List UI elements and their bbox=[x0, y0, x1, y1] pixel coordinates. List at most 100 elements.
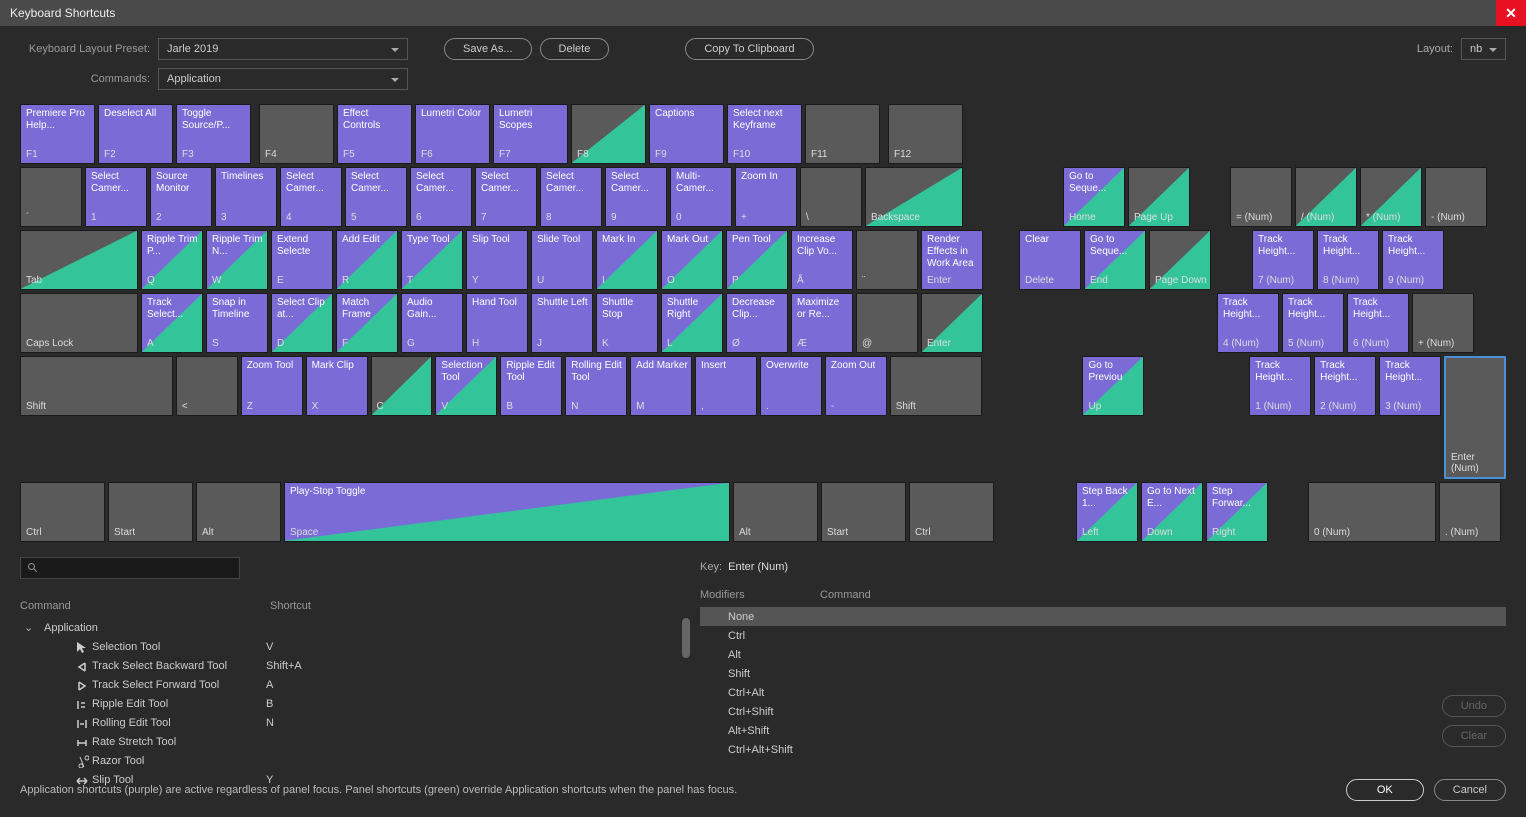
key-[interactable]: Maximize or Re...Æ bbox=[791, 293, 853, 353]
key-backspace[interactable]: Backspace bbox=[865, 167, 963, 227]
key-0num[interactable]: 0 (Num) bbox=[1308, 482, 1436, 542]
modifier-row[interactable]: Ctrl bbox=[700, 626, 1506, 645]
cancel-button[interactable]: Cancel bbox=[1434, 779, 1506, 801]
key-c[interactable]: C bbox=[371, 356, 433, 416]
key-y[interactable]: Slip ToolY bbox=[466, 230, 528, 290]
copy-clipboard-button[interactable]: Copy To Clipboard bbox=[685, 38, 813, 60]
key-n[interactable]: Rolling Edit ToolN bbox=[565, 356, 627, 416]
key-6[interactable]: Select Camer...6 bbox=[410, 167, 472, 227]
preset-dropdown[interactable]: Jarle 2019 bbox=[158, 38, 408, 60]
key-9[interactable]: Select Camer...9 bbox=[605, 167, 667, 227]
key-enternum[interactable]: Enter (Num) bbox=[1444, 356, 1506, 479]
key-m[interactable]: Add MarkerM bbox=[630, 356, 692, 416]
key-[interactable]: Decrease Clip...Ø bbox=[726, 293, 788, 353]
key-w[interactable]: Ripple Trim N...W bbox=[206, 230, 268, 290]
key-b[interactable]: Ripple Edit ToolB bbox=[500, 356, 562, 416]
modifier-row[interactable]: Ctrl+Alt+Shift bbox=[700, 740, 1506, 759]
key-f7[interactable]: Lumetri ScopesF7 bbox=[493, 104, 568, 164]
key-q[interactable]: Ripple Trim P...Q bbox=[141, 230, 203, 290]
key-ctrl[interactable]: Ctrl bbox=[20, 482, 105, 542]
key-4[interactable]: Select Camer...4 bbox=[280, 167, 342, 227]
key-up[interactable]: Go to PreviouUp bbox=[1082, 356, 1144, 416]
key-[interactable]: Increase Clip Vo...Å bbox=[791, 230, 853, 290]
key-z[interactable]: Zoom ToolZ bbox=[241, 356, 303, 416]
key-a[interactable]: Track Select...A bbox=[141, 293, 203, 353]
modifiers-list[interactable]: NoneCtrlAltShiftCtrl+AltCtrl+ShiftAlt+Sh… bbox=[700, 607, 1506, 759]
close-button[interactable]: ✕ bbox=[1496, 0, 1526, 26]
key-0[interactable]: Multi-Camer...0 bbox=[670, 167, 732, 227]
key-right[interactable]: Step Forwar...Right bbox=[1206, 482, 1268, 542]
key-num[interactable]: . (Num) bbox=[1439, 482, 1501, 542]
modifier-row[interactable]: Shift bbox=[700, 664, 1506, 683]
key-[interactable]: Overwrite. bbox=[760, 356, 822, 416]
search-input[interactable] bbox=[20, 557, 240, 579]
key-r[interactable]: Add EditR bbox=[336, 230, 398, 290]
key-s[interactable]: Snap in TimelineS bbox=[206, 293, 268, 353]
key-v[interactable]: Selection ToolV bbox=[435, 356, 497, 416]
key-f[interactable]: Match FrameF bbox=[336, 293, 398, 353]
key-j[interactable]: Shuttle LeftJ bbox=[531, 293, 593, 353]
key-4num[interactable]: Track Height...4 (Num) bbox=[1217, 293, 1279, 353]
key-7[interactable]: Select Camer...7 bbox=[475, 167, 537, 227]
key-1num[interactable]: Track Height...1 (Num) bbox=[1249, 356, 1311, 416]
key-5[interactable]: Select Camer...5 bbox=[345, 167, 407, 227]
key-l[interactable]: Shuttle RightL bbox=[661, 293, 723, 353]
key-num[interactable]: / (Num) bbox=[1295, 167, 1357, 227]
key-3num[interactable]: Track Height...3 (Num) bbox=[1379, 356, 1441, 416]
modifier-row[interactable]: Alt bbox=[700, 645, 1506, 664]
save-as-button[interactable]: Save As... bbox=[444, 38, 532, 60]
key-num[interactable]: = (Num) bbox=[1230, 167, 1292, 227]
key-down[interactable]: Go to Next E...Down bbox=[1141, 482, 1203, 542]
command-row[interactable]: Track Select Backward ToolShift+A bbox=[20, 656, 690, 675]
key-f1[interactable]: Premiere Pro Help...F1 bbox=[20, 104, 95, 164]
key-2[interactable]: Source Monitor2 bbox=[150, 167, 212, 227]
key-end[interactable]: Go to Seque...End bbox=[1084, 230, 1146, 290]
modifier-row[interactable]: Ctrl+Alt bbox=[700, 683, 1506, 702]
key-f12[interactable]: F12 bbox=[888, 104, 963, 164]
key-[interactable]: ´ bbox=[20, 167, 82, 227]
key-f5[interactable]: Effect ControlsF5 bbox=[337, 104, 412, 164]
key-[interactable]: @ bbox=[856, 293, 918, 353]
key-p[interactable]: Pen ToolP bbox=[726, 230, 788, 290]
modifier-row[interactable]: None bbox=[700, 607, 1506, 626]
key-9num[interactable]: Track Height...9 (Num) bbox=[1382, 230, 1444, 290]
key-f8[interactable]: F8 bbox=[571, 104, 646, 164]
key-pagedown[interactable]: Page Down bbox=[1149, 230, 1211, 290]
key-alt[interactable]: Alt bbox=[733, 482, 818, 542]
key-start[interactable]: Start bbox=[821, 482, 906, 542]
key-alt[interactable]: Alt bbox=[196, 482, 281, 542]
key-d[interactable]: Select Clip at...D bbox=[271, 293, 333, 353]
key-num[interactable]: - (Num) bbox=[1425, 167, 1487, 227]
key-x[interactable]: Mark ClipX bbox=[306, 356, 368, 416]
key-delete[interactable]: ClearDelete bbox=[1019, 230, 1081, 290]
key-8num[interactable]: Track Height...8 (Num) bbox=[1317, 230, 1379, 290]
key-f10[interactable]: Select next KeyframeF10 bbox=[727, 104, 802, 164]
key-tab[interactable]: Tab bbox=[20, 230, 138, 290]
key-f6[interactable]: Lumetri ColorF6 bbox=[415, 104, 490, 164]
key-h[interactable]: Hand ToolH bbox=[466, 293, 528, 353]
key-num[interactable]: * (Num) bbox=[1360, 167, 1422, 227]
key-f2[interactable]: Deselect AllF2 bbox=[98, 104, 173, 164]
key-f11[interactable]: F11 bbox=[805, 104, 880, 164]
key-[interactable]: \ bbox=[800, 167, 862, 227]
key-7num[interactable]: Track Height...7 (Num) bbox=[1252, 230, 1314, 290]
undo-button[interactable]: Undo bbox=[1442, 695, 1506, 717]
command-row[interactable]: Selection ToolV bbox=[20, 637, 690, 656]
key-[interactable]: Zoom In+ bbox=[735, 167, 797, 227]
key-k[interactable]: Shuttle StopK bbox=[596, 293, 658, 353]
key-[interactable]: < bbox=[176, 356, 238, 416]
modifier-row[interactable]: Alt+Shift bbox=[700, 721, 1506, 740]
command-row[interactable]: ⌄Application bbox=[20, 618, 690, 637]
key-[interactable]: ¨ bbox=[856, 230, 918, 290]
commands-dropdown[interactable]: Application bbox=[158, 68, 408, 90]
key-ctrl[interactable]: Ctrl bbox=[909, 482, 994, 542]
modifier-row[interactable]: Ctrl+Shift bbox=[700, 702, 1506, 721]
key-i[interactable]: Mark InI bbox=[596, 230, 658, 290]
key-o[interactable]: Mark OutO bbox=[661, 230, 723, 290]
key-f4[interactable]: F4 bbox=[259, 104, 334, 164]
key-enter[interactable]: Enter bbox=[921, 293, 983, 353]
key-capslock[interactable]: Caps Lock bbox=[20, 293, 138, 353]
key-5num[interactable]: Track Height...5 (Num) bbox=[1282, 293, 1344, 353]
key-e[interactable]: Extend SelecteE bbox=[271, 230, 333, 290]
key-2num[interactable]: Track Height...2 (Num) bbox=[1314, 356, 1376, 416]
